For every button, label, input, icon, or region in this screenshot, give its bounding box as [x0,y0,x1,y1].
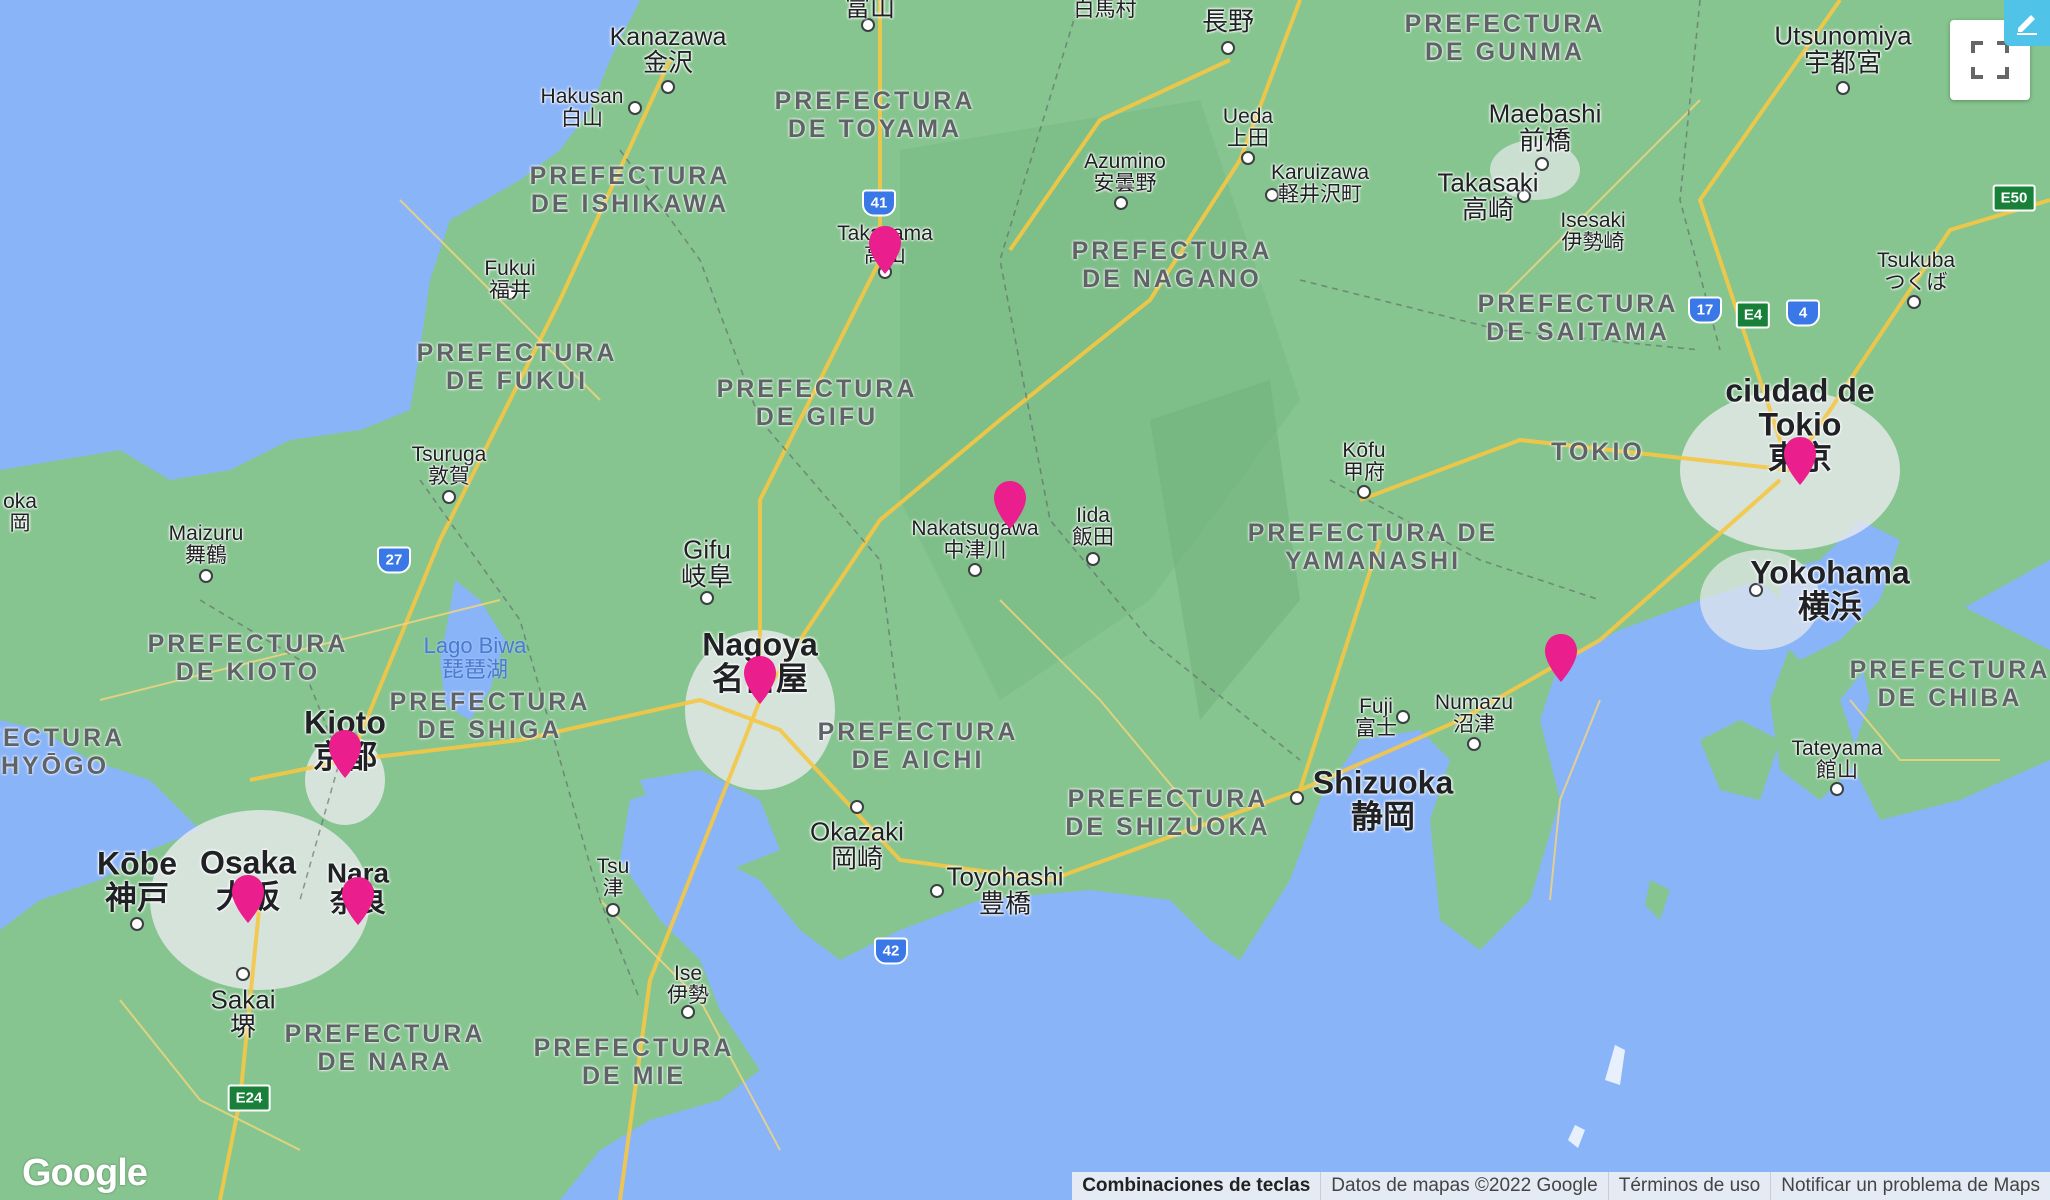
prefecture-label-shiga: PREFECTURA DE SHIGA [389,688,591,744]
city-label-fukui: Fukui 福井 [484,256,536,302]
city-dot [700,591,714,605]
prefecture-label-toyama: PREFECTURA DE TOYAMA [774,87,976,143]
city-dot [661,80,675,94]
prefecture-label-nagano: PREFECTURA DE NAGANO [1071,237,1273,293]
city-label-ise: Ise 伊勢 [667,961,709,1007]
prefecture-label-ishikawa: PREFECTURA DE ISHIKAWA [529,162,731,218]
prefecture-label-shizuoka: PREFECTURA DE SHIZUOKA [1065,785,1271,841]
city-label-iida: Iida 飯田 [1072,503,1114,549]
city-dot [236,967,250,981]
map-canvas[interactable]: PREFECTURA DE TOYAMA PREFECTURA DE ISHIKAW… [0,0,2050,1200]
city-label-hakusan: Hakusan 白山 [540,84,624,130]
city-label-fuji: Fuji 富士 [1355,694,1397,740]
map-marker-nagoya[interactable] [742,654,778,706]
city-dot [1830,782,1844,796]
city-dot [199,569,213,583]
route-shield: E4 [1735,301,1771,329]
city-dot [1114,196,1128,210]
map-marker-nakatsugawa[interactable] [992,479,1028,531]
city-dot [1357,485,1371,499]
city-label-takasaki: Takasaki 高崎 [1437,167,1539,225]
route-shield: 27 [377,546,411,574]
city-label-nagano: 長野 [1201,6,1255,37]
city-dot [1290,791,1304,805]
edit-button[interactable] [2004,0,2050,46]
city-label-toyohashi: Toyohashi 豊橋 [946,861,1064,919]
prefecture-label-fukui: PREFECTURA DE FUKUI [416,339,618,395]
city-label-tsukuba: Tsukuba つくば [1876,248,1956,294]
city-label-hakuba: 白馬村 [1073,0,1137,21]
route-shield: 41 [862,189,896,217]
city-dot [628,101,642,115]
city-dot [1396,710,1410,724]
prefecture-label-gifu: PREFECTURA DE GIFU [716,375,918,431]
city-dot [606,903,620,917]
city-dot [1836,81,1850,95]
map-marker-tokyo[interactable] [1782,435,1818,487]
city-dot [681,1005,695,1019]
city-dot [1241,151,1255,165]
city-label-kobe: Kōbe 神戸 [97,845,177,915]
city-label-gifu: Gifu 岐阜 [680,534,734,592]
fullscreen-icon [1971,41,2009,79]
route-shield: 17 [1688,296,1722,324]
terms-link[interactable]: Términos de uso [1607,1172,1771,1200]
city-label-numazu: Numazu 沼津 [1434,690,1514,736]
prefecture-label-yamanashi: PREFECTURA DE YAMANASHI [1247,519,1499,575]
route-shield: E24 [227,1084,271,1112]
city-label-maizuru: Maizuru 舞鶴 [168,521,244,567]
keyboard-shortcuts-link[interactable]: Combinaciones de teclas [1072,1172,1320,1200]
prefecture-label-gunma: PREFECTURA DE GUNMA [1404,10,1606,66]
city-label-okazaki: Okazaki 岡崎 [810,816,904,874]
map-data-attribution: Datos de mapas ©2022 Google [1320,1172,1607,1200]
city-label-shizuoka: Shizuoka 静岡 [1312,764,1454,834]
map-marker-kyoto[interactable] [327,728,363,780]
city-label-yokohama: Yokohama 横浜 [1750,554,1910,624]
city-label-isesaki: Isesaki 伊勢崎 [1560,208,1626,254]
city-label-ueda: Ueda 上田 [1222,104,1274,150]
prefecture-label-nara: PREFECTURA DE NARA [284,1020,486,1076]
prefecture-label-saitama: PREFECTURA DE SAITAMA [1477,290,1679,346]
report-problem-link[interactable]: Notificar un problema de Maps [1770,1172,2050,1200]
city-dot [442,490,456,504]
city-label-tsuruga: Tsuruga 敦賀 [411,442,487,488]
prefecture-label-kioto: PREFECTURA DE KIOTO [147,630,349,686]
prefecture-label-tokio: TOKIO [1551,438,1645,466]
route-shield: 42 [874,937,908,965]
city-dot [1086,552,1100,566]
city-dot [850,800,864,814]
prefecture-label-hyogo: FECTURAHYŌGO [0,724,126,780]
map-marker-kamakura[interactable] [1543,632,1579,684]
city-label-tsu: Tsu 津 [596,854,630,900]
prefecture-label-mie: PREFECTURA DE MIE [533,1034,735,1090]
lake-label-biwa: Lago Biwa 琵琶湖 [423,632,527,682]
city-dot [1467,737,1481,751]
city-dot [968,563,982,577]
city-label-toyama: 富山 [844,0,896,22]
map-marker-takayama[interactable] [867,224,903,276]
city-dot [1221,41,1235,55]
city-label-maebashi: Maebashi 前橋 [1488,98,1602,156]
map-footer: Combinaciones de teclas Datos de mapas ©… [1072,1172,2050,1200]
city-label-karuizawa: Karuizawa 軽井沢町 [1270,160,1370,206]
city-dot [1907,295,1921,309]
prefecture-label-aichi: PREFECTURA DE AICHI [817,718,1019,774]
city-dot [930,884,944,898]
google-logo: Google [22,1152,148,1194]
route-shield: E50 [1992,184,2036,212]
map-marker-osaka[interactable] [230,873,266,925]
map-marker-nara[interactable] [340,875,376,927]
city-label-sakai: Sakai 堺 [210,984,276,1042]
city-label-azumino: Azumino 安曇野 [1084,149,1166,195]
city-label-tateyama: Tateyama 館山 [1791,736,1883,782]
city-label-toyooka: oka 岡 [3,489,37,535]
city-label-kanazawa: Kanazawa 金沢 [609,22,727,77]
city-label-kofu: Kōfu 甲府 [1342,438,1386,484]
city-dot [130,917,144,931]
route-shield: 4 [1786,299,1820,327]
city-label-utsunomiya: Utsunomiya 宇都宮 [1774,20,1912,78]
pencil-icon [2017,15,2037,35]
prefecture-label-chiba: PREFECTURA DE CHIBA [1849,656,2050,712]
